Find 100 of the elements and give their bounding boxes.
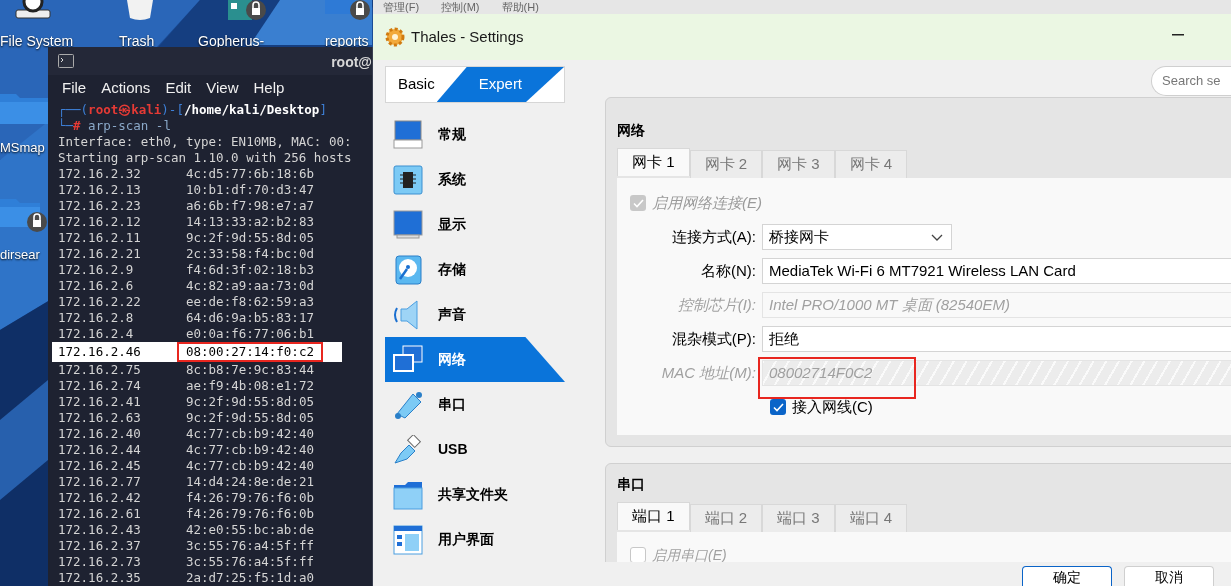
ip-address: 172.16.2.22 xyxy=(58,294,142,310)
mac-address: 64:d6:9a:b5:83:17 xyxy=(186,310,314,326)
dialog-button[interactable]: 取消 xyxy=(1124,566,1214,586)
group-heading: 网络 xyxy=(617,121,646,140)
tab[interactable]: 端口 4 xyxy=(834,504,908,532)
window-icon xyxy=(393,524,423,555)
drive-icon xyxy=(15,0,51,20)
tab[interactable]: 端口 1 xyxy=(617,502,690,530)
sidebar-item[interactable]: 网络 xyxy=(385,337,565,382)
mac-address: 9c:2f:9d:55:8d:05 xyxy=(186,410,314,426)
ip-address: 172.16.2.42 xyxy=(58,490,142,506)
menu-item[interactable]: Actions xyxy=(101,77,151,100)
usb-plug-icon xyxy=(393,434,423,465)
mac-address: 4c:d5:77:6b:18:6b xyxy=(186,166,314,182)
ip-address: 172.16.2.35 xyxy=(58,570,142,586)
ip-address: 172.16.2.8 xyxy=(58,310,135,326)
output-line: Interface: eth0, type: EN10MB, MAC: 00: xyxy=(58,134,352,150)
search-field[interactable]: Search se xyxy=(1151,66,1231,96)
mode-tab[interactable]: Expert xyxy=(436,67,564,102)
icon-label[interactable]: File System xyxy=(0,34,74,49)
checkbox-label: 启用串口(E) xyxy=(652,545,727,565)
mac-address: f4:26:79:76:f6:0b xyxy=(186,490,314,506)
icon-label[interactable]: reports xyxy=(325,34,369,49)
ip-address: 172.16.2.32 xyxy=(58,166,142,182)
mac-address: 4c:82:a9:aa:73:0d xyxy=(186,278,314,294)
sidebar-item[interactable]: USB xyxy=(385,427,565,472)
sidebar-item[interactable]: 存储 xyxy=(385,247,565,292)
icon-label[interactable]: dirsear xyxy=(0,247,40,262)
menu-item[interactable]: 帮助(H) xyxy=(501,0,539,14)
sidebar-item[interactable]: 共享文件夹 xyxy=(385,472,565,517)
tab[interactable]: 网卡 1 xyxy=(617,148,690,176)
sidebar-item[interactable]: 系统 xyxy=(385,157,565,202)
menu-item[interactable]: File xyxy=(62,77,87,100)
ip-address: 172.16.2.12 xyxy=(58,214,142,230)
window-title: root@ xyxy=(331,53,372,72)
field-label: 连接方式(A): xyxy=(670,226,757,247)
ip-address: 172.16.2.43 xyxy=(58,522,142,538)
sidebar-item[interactable]: 显示 xyxy=(385,202,565,247)
mac-address: 08:00:27:14:f0:c2 xyxy=(186,344,314,360)
menu-item[interactable]: View xyxy=(206,77,239,100)
prompt-line: ┌──(root㉿kali)-[/home/kali/Desktop] xyxy=(58,102,328,118)
checkbox-label: 接入网线(C) xyxy=(792,396,873,417)
mac-address: 4c:77:cb:b9:42:40 xyxy=(186,426,314,442)
ip-address: 172.16.2.6 xyxy=(58,278,135,294)
prompt-line: └─# arp-scan -l xyxy=(58,118,172,134)
tab[interactable]: 端口 2 xyxy=(689,504,763,532)
field-label: 混杂模式(P): xyxy=(670,328,757,349)
dialog-button[interactable]: 确定 xyxy=(1022,566,1112,586)
ip-address: 172.16.2.45 xyxy=(58,458,142,474)
mac-address: 3c:55:76:a4:5f:ff xyxy=(186,554,314,570)
mac-address: 4c:77:cb:b9:42:40 xyxy=(186,442,314,458)
mac-address: f4:26:79:76:f6:0b xyxy=(186,506,314,522)
field-label: MAC 地址(M): xyxy=(660,362,757,383)
tab[interactable]: 网卡 2 xyxy=(689,150,763,178)
sidebar-item[interactable]: 用户界面 xyxy=(385,517,565,562)
mac-address: 14:d4:24:8e:de:21 xyxy=(186,474,314,490)
mac-address: ae:f9:4b:08:e1:72 xyxy=(186,378,314,394)
monitor-icon xyxy=(393,119,423,150)
ip-address: 172.16.2.40 xyxy=(58,426,142,442)
mac-address: e0:0a:f6:77:06:b1 xyxy=(186,326,314,342)
mac-address: 2c:33:58:f4:bc:0d xyxy=(186,246,314,262)
ip-address: 172.16.2.41 xyxy=(58,394,142,410)
icon-label[interactable]: MSmap xyxy=(0,140,45,155)
input-field[interactable]: 拒绝 xyxy=(762,326,1231,352)
mac-address: 3c:55:76:a4:5f:ff xyxy=(186,538,314,554)
input-field[interactable]: MediaTek Wi-Fi 6 MT7921 Wireless LAN Card xyxy=(762,258,1231,284)
mac-address: 2a:d7:25:f5:1d:a0 xyxy=(186,570,314,586)
field-label: 名称(N): xyxy=(700,260,757,281)
menu-item[interactable]: 管理(F) xyxy=(383,0,420,14)
tab[interactable]: 网卡 4 xyxy=(834,150,908,178)
sidebar-item[interactable]: 串口 xyxy=(385,382,565,427)
display-icon xyxy=(393,209,423,240)
sidebar-item[interactable]: 常规 xyxy=(385,112,565,157)
search-placeholder: Search se xyxy=(1162,72,1221,91)
mac-address: 9c:2f:9d:55:8d:05 xyxy=(186,394,314,410)
sidebar-item[interactable]: 声音 xyxy=(385,292,565,337)
menu-item[interactable]: Edit xyxy=(165,77,192,100)
menu-item[interactable]: Help xyxy=(253,77,285,100)
dropdown[interactable]: 桥接网卡 xyxy=(762,224,952,250)
checkbox[interactable] xyxy=(770,399,786,415)
mac-address: a6:6b:f7:98:e7:a7 xyxy=(186,198,314,214)
ip-address: 172.16.2.13 xyxy=(58,182,142,198)
icon-label[interactable]: Trash xyxy=(119,34,155,49)
mac-address: f4:6d:3f:02:18:b3 xyxy=(186,262,314,278)
ip-address: 172.16.2.77 xyxy=(58,474,142,490)
chip-icon xyxy=(393,164,423,195)
mac-address: ee:de:f8:62:59:a3 xyxy=(186,294,314,310)
ip-address: 172.16.2.21 xyxy=(58,246,142,262)
terminal-icon xyxy=(58,54,74,68)
ip-address: 172.16.2.63 xyxy=(58,410,142,426)
output-line: Starting arp-scan 1.10.0 with 256 hosts xyxy=(58,150,352,166)
minimize-icon[interactable] xyxy=(1172,34,1184,36)
gear-icon xyxy=(385,27,405,47)
ip-address: 172.16.2.11 xyxy=(58,230,142,246)
checkbox-label: 启用网络连接(E) xyxy=(652,192,762,213)
tab[interactable]: 端口 3 xyxy=(762,504,835,532)
tab[interactable]: 网卡 3 xyxy=(762,150,835,178)
ip-address: 172.16.2.75 xyxy=(58,362,142,378)
icon-label[interactable]: Gopherus- xyxy=(198,34,265,49)
menu-item[interactable]: 控制(M) xyxy=(441,0,480,14)
